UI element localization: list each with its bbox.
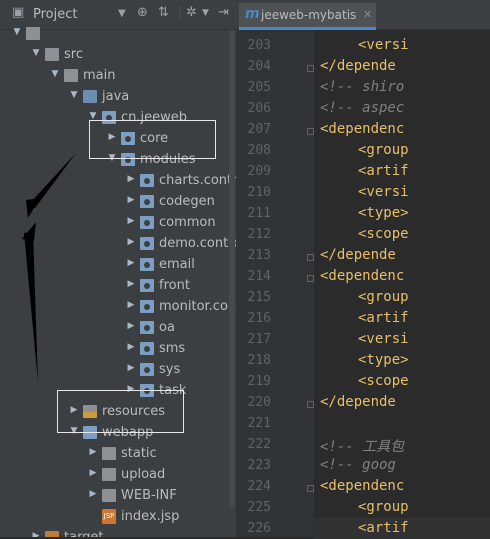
code-line: <type> bbox=[358, 352, 409, 368]
code-line: </depende bbox=[320, 394, 396, 410]
fold-marker-icon[interactable] bbox=[307, 128, 314, 135]
fold-marker-icon[interactable] bbox=[307, 254, 314, 261]
code-line: <versi bbox=[358, 184, 409, 200]
editor-tab-bar: m jeeweb-mybatis ✕ bbox=[236, 0, 490, 30]
editor: m jeeweb-mybatis ✕ 203 204 205 206 207 208 209… bbox=[236, 0, 490, 539]
line-number: 223 bbox=[247, 458, 271, 473]
line-number: 225 bbox=[247, 500, 271, 515]
line-gutter: 203 204 205 206 207 208 209 210 211 212 213 214 215 2… bbox=[236, 30, 314, 537]
code-line: <artif bbox=[358, 310, 409, 326]
code-line: <!-- shiro bbox=[320, 79, 405, 95]
line-number: 205 bbox=[247, 80, 271, 95]
annotation-arrowhead-up bbox=[22, 222, 36, 241]
code-line: <group bbox=[358, 142, 409, 158]
code-area[interactable]: <versi </depende <!-- shiro <!-- aspec <depe… bbox=[314, 30, 490, 537]
line-number: 218 bbox=[247, 353, 271, 368]
line-number: 226 bbox=[247, 521, 271, 536]
annotation-arrow-vertical bbox=[24, 232, 38, 382]
code-line: <!-- aspec bbox=[320, 100, 405, 116]
fold-marker-icon[interactable] bbox=[307, 275, 314, 282]
code-line: <group bbox=[358, 289, 409, 305]
line-number: 213 bbox=[247, 248, 271, 263]
code-line: <dependenc bbox=[320, 268, 405, 284]
code-line: <scope bbox=[358, 373, 409, 389]
code-line: <type> bbox=[358, 205, 409, 221]
line-number: 216 bbox=[247, 311, 271, 326]
line-number: 219 bbox=[247, 374, 271, 389]
code-line: </depende bbox=[320, 247, 396, 263]
line-number: 206 bbox=[247, 101, 271, 116]
fold-marker-icon[interactable] bbox=[307, 485, 314, 492]
code-line: <artif bbox=[358, 163, 409, 179]
close-icon[interactable]: ✕ bbox=[363, 8, 372, 21]
line-number: 211 bbox=[247, 206, 271, 221]
code-line: <dependenc bbox=[320, 478, 405, 494]
tab-label: jeeweb-mybatis bbox=[261, 8, 357, 22]
tab-jeeweb-mybatis[interactable]: m jeeweb-mybatis ✕ bbox=[239, 3, 376, 30]
code-line: <artif bbox=[358, 520, 409, 536]
code-line: <dependenc bbox=[320, 121, 405, 137]
line-number: 208 bbox=[247, 143, 271, 158]
line-number: 221 bbox=[247, 416, 271, 431]
line-number: 203 bbox=[247, 38, 271, 53]
line-number: 220 bbox=[247, 395, 271, 410]
line-number: 214 bbox=[247, 269, 271, 284]
line-number: 207 bbox=[247, 122, 271, 137]
line-number: 224 bbox=[247, 479, 271, 494]
code-line: <scope bbox=[358, 226, 409, 242]
line-number: 217 bbox=[247, 332, 271, 347]
code-line: <versi bbox=[358, 331, 409, 347]
line-number: 204 bbox=[247, 59, 271, 74]
fold-marker-icon[interactable] bbox=[307, 65, 314, 72]
line-number: 215 bbox=[247, 290, 271, 305]
line-number: 209 bbox=[247, 164, 271, 179]
code-line: <group bbox=[358, 499, 409, 515]
line-number: 222 bbox=[247, 437, 271, 452]
code-line: <!-- goog bbox=[320, 457, 396, 473]
fold-marker-icon[interactable] bbox=[307, 401, 314, 408]
code-line: <versi bbox=[358, 37, 409, 53]
annotation-arrowhead-diag bbox=[26, 198, 40, 218]
maven-icon: m bbox=[245, 6, 260, 22]
line-number: 210 bbox=[247, 185, 271, 200]
line-number: 212 bbox=[247, 227, 271, 242]
code-line: <!-- 工具包 bbox=[320, 439, 405, 455]
code-line: </depende bbox=[320, 58, 396, 74]
